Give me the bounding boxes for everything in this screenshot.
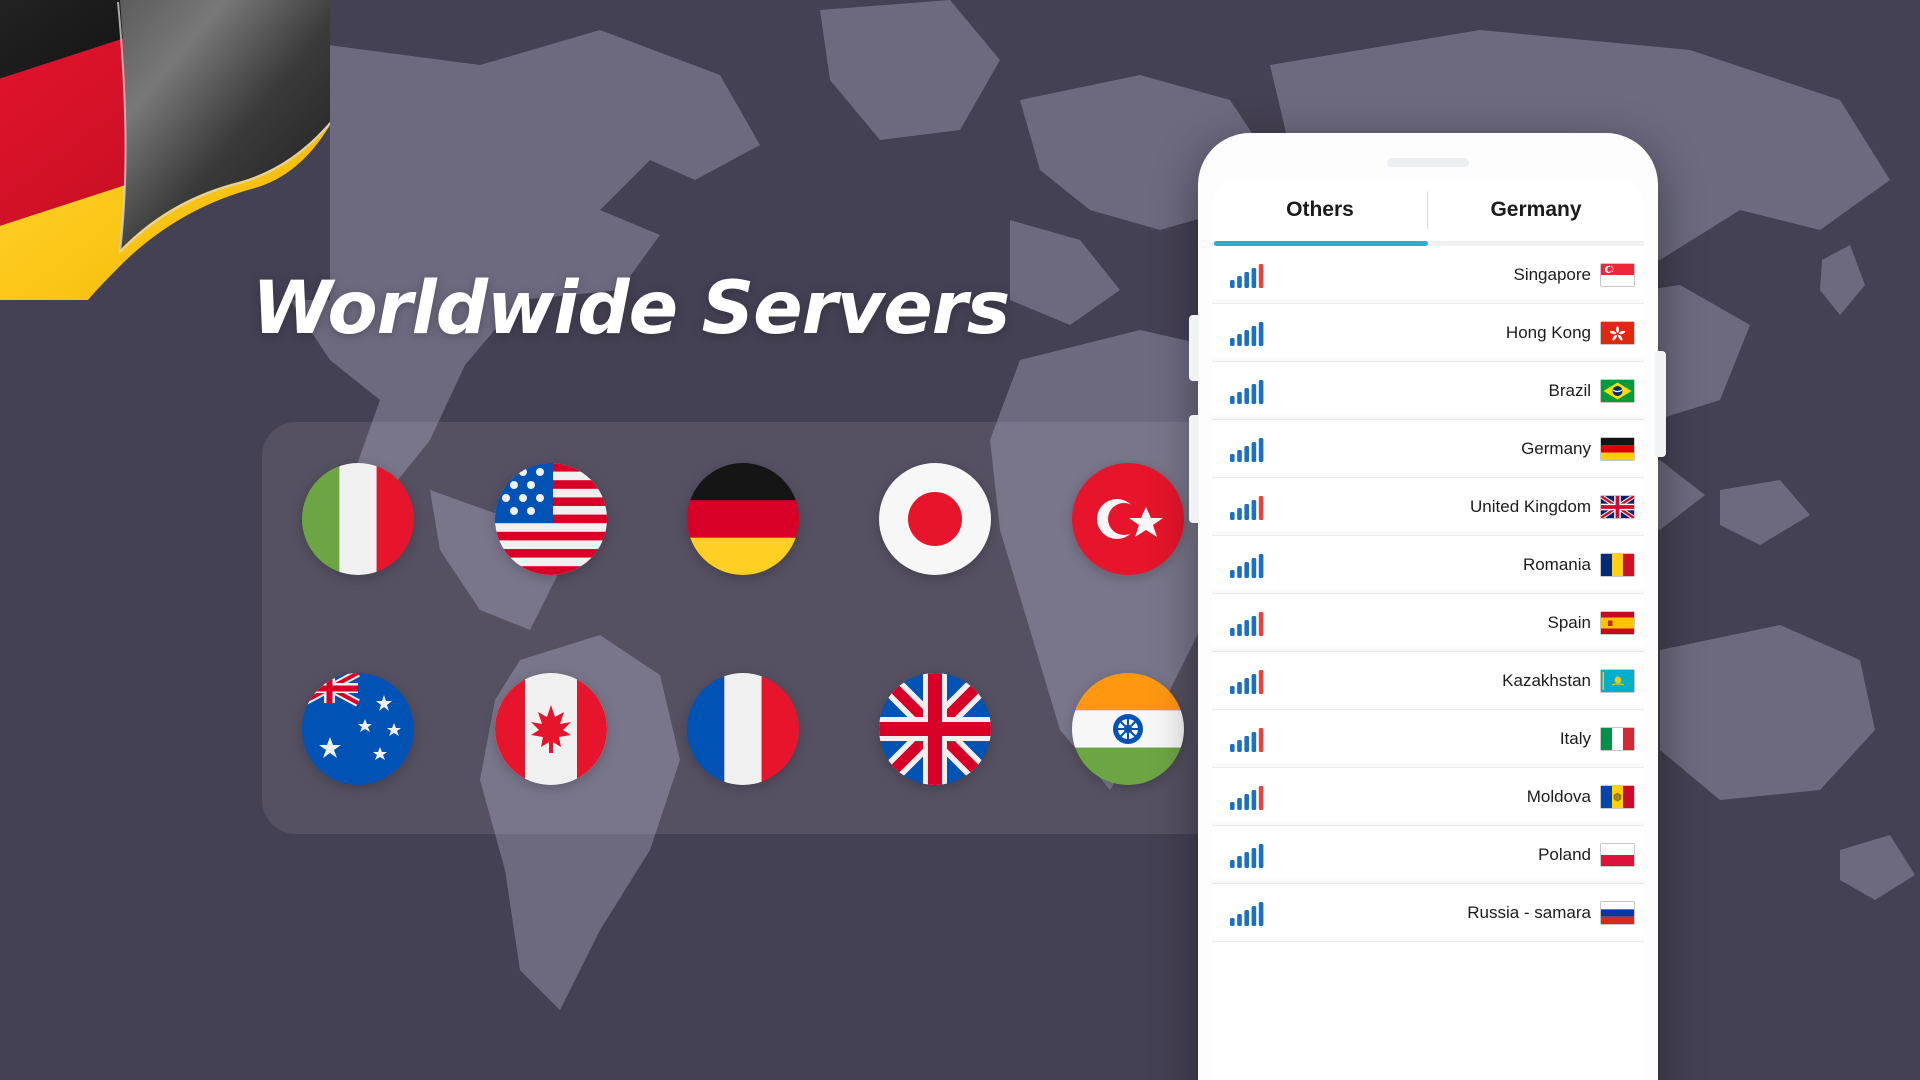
flag-france-circle: [686, 673, 799, 785]
flag-germany-circle: [686, 463, 799, 575]
server-list-item[interactable]: Italy: [1212, 710, 1644, 768]
tab-others[interactable]: Others: [1212, 179, 1428, 241]
signal-strength-icon: [1229, 610, 1271, 636]
server-name: Hong Kong: [1505, 322, 1591, 342]
earpiece-speaker: [1387, 158, 1469, 167]
flag-cell-japan[interactable]: [839, 463, 1031, 575]
flag-showcase-panel: [262, 422, 1224, 834]
signal-strength-icon: [1229, 552, 1271, 578]
server-name: Singapore: [1513, 264, 1591, 284]
flag-hongkong-icon: [1600, 320, 1635, 345]
signal-strength-icon: [1229, 378, 1271, 404]
flag-cell-france[interactable]: [647, 673, 839, 785]
server-name: Russia - samara: [1467, 902, 1591, 922]
server-name: Moldova: [1526, 786, 1591, 806]
flag-cell-india[interactable]: [1032, 673, 1224, 785]
page-title: Worldwide Servers: [252, 266, 1010, 351]
signal-strength-icon: [1229, 668, 1271, 694]
tab-germany[interactable]: Germany: [1428, 179, 1644, 241]
signal-strength-icon: [1229, 726, 1271, 752]
flag-spain-icon: [1600, 610, 1635, 635]
server-list-item[interactable]: Romania: [1212, 536, 1644, 594]
flag-cell-italy[interactable]: [262, 463, 454, 575]
signal-strength-icon: [1229, 784, 1271, 810]
flag-cell-australia[interactable]: [262, 673, 454, 785]
server-name: United Kingdom: [1470, 496, 1591, 516]
flag-cell-germany[interactable]: [647, 463, 839, 575]
server-list-item[interactable]: Germany: [1212, 420, 1644, 478]
server-list-item[interactable]: Spain: [1212, 594, 1644, 652]
flag-australia-circle: [302, 673, 415, 785]
flag-germany-icon: [1600, 436, 1635, 461]
flag-poland-icon: [1600, 842, 1635, 867]
flag-japan-circle: [879, 463, 992, 575]
server-list-item[interactable]: Russia - samara: [1212, 884, 1644, 942]
server-name: Spain: [1547, 612, 1591, 632]
flag-singapore-icon: [1600, 262, 1635, 287]
server-name: Italy: [1559, 728, 1591, 748]
phone-volume-down-button[interactable]: [1189, 415, 1199, 523]
server-list-item[interactable]: United Kingdom: [1212, 478, 1644, 536]
signal-strength-icon: [1229, 842, 1271, 868]
flag-cell-canada[interactable]: [454, 673, 646, 785]
server-list-item[interactable]: Poland: [1212, 826, 1644, 884]
flag-uk-circle: [879, 673, 992, 785]
flag-canada-circle: [494, 673, 607, 785]
server-list-item[interactable]: Kazakhstan: [1212, 652, 1644, 710]
server-name: Germany: [1521, 438, 1591, 458]
flag-row-2: [262, 673, 1224, 785]
server-name: Kazakhstan: [1502, 670, 1591, 690]
server-list[interactable]: Singapore Hong Kong Brazil Germany United Ki…: [1212, 246, 1644, 1080]
signal-strength-icon: [1229, 900, 1271, 926]
phone-volume-up-button[interactable]: [1189, 315, 1199, 381]
flag-uk-icon: [1600, 494, 1635, 519]
flag-romania-icon: [1600, 552, 1635, 577]
signal-strength-icon: [1229, 262, 1271, 288]
flag-italy-icon: [1600, 726, 1635, 751]
flag-italy-circle: [302, 463, 415, 575]
promo-banner: Worldwide Servers Others Germany Singapo…: [0, 0, 1920, 1080]
server-list-item[interactable]: Moldova: [1212, 768, 1644, 826]
flag-row-1: [262, 463, 1224, 575]
phone-power-button[interactable]: [1656, 351, 1666, 457]
flag-moldova-icon: [1600, 784, 1635, 809]
flag-usa-circle: [494, 463, 607, 575]
server-list-item[interactable]: Singapore: [1212, 246, 1644, 304]
flag-kazakhstan-icon: [1600, 668, 1635, 693]
flag-turkey-circle: [1071, 463, 1184, 575]
tab-germany-label: Germany: [1490, 198, 1582, 221]
flag-russia-icon: [1600, 900, 1635, 925]
tab-others-label: Others: [1286, 198, 1354, 221]
phone-screen: Others Germany Singapore Hong Kong Brazil G…: [1212, 179, 1644, 1080]
server-name: Poland: [1538, 844, 1591, 864]
flag-cell-united-kingdom[interactable]: [839, 673, 1031, 785]
server-name: Romania: [1522, 554, 1591, 574]
flag-cell-united-states[interactable]: [454, 463, 646, 575]
server-list-item[interactable]: Hong Kong: [1212, 304, 1644, 362]
germany-flag-page-peel: [0, 0, 330, 300]
tab-bar: Others Germany: [1212, 179, 1644, 241]
flag-brazil-icon: [1600, 378, 1635, 403]
server-list-item[interactable]: Brazil: [1212, 362, 1644, 420]
signal-strength-icon: [1229, 436, 1271, 462]
signal-strength-icon: [1229, 494, 1271, 520]
signal-strength-icon: [1229, 320, 1271, 346]
phone-mockup: Others Germany Singapore Hong Kong Brazil G…: [1189, 133, 1666, 1080]
page-curl-shape: [88, 0, 330, 300]
flag-india-circle: [1071, 673, 1184, 785]
server-name: Brazil: [1548, 380, 1591, 400]
